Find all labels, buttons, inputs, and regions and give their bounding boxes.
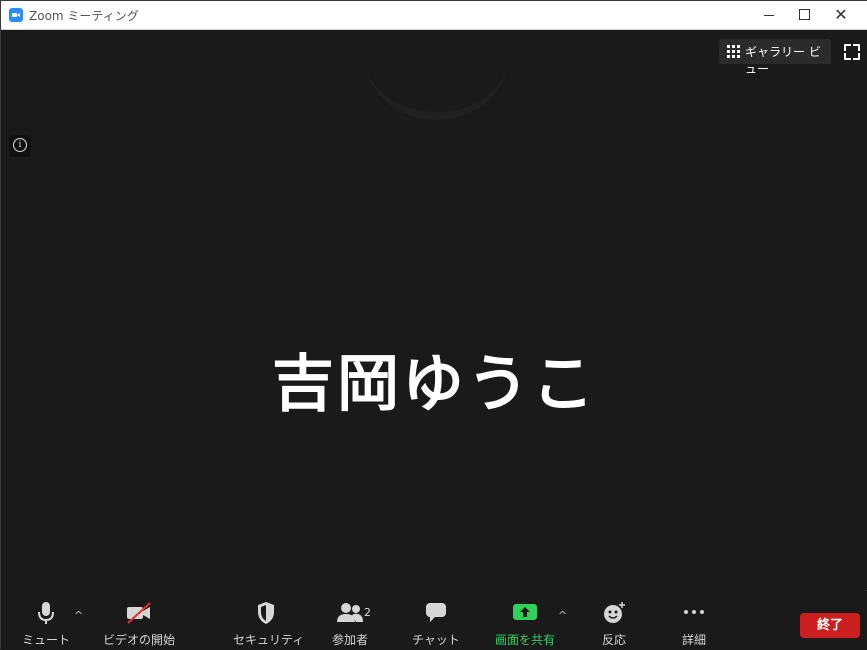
reactions-label: 反応 — [601, 633, 626, 647]
reaction-emoji-icon — [604, 602, 625, 623]
maximize-button[interactable] — [786, 1, 822, 29]
share-screen-label: 画面を共有 — [494, 633, 555, 647]
participants-button[interactable]: 2 参加者 — [323, 591, 377, 650]
start-video-label: ビデオの開始 — [102, 633, 175, 647]
mute-button[interactable]: ミュート — [19, 591, 73, 650]
share-options-caret[interactable]: ^ — [558, 609, 567, 622]
meeting-toolbar: ミュート ^ ビデオの開始 セキュリティ 2 参加者 チャット 画面を共有 ^ … — [1, 591, 867, 650]
more-button[interactable]: 詳細 — [669, 591, 719, 650]
security-button[interactable]: セキュリティ — [233, 591, 305, 650]
mute-label: ミュート — [21, 633, 70, 647]
reactions-button[interactable]: 反応 — [589, 591, 639, 650]
shield-icon — [258, 602, 274, 624]
zoom-window: Zoom ミーティング ✕ ギャラリー ビュー 吉岡ゆうこ ミュート — [0, 0, 867, 650]
security-label: セキュリティ — [233, 633, 305, 647]
chat-button[interactable]: チャット — [409, 591, 463, 650]
more-dots-icon — [684, 610, 704, 614]
gallery-view-label: ギャラリー ビュー — [745, 45, 821, 76]
share-screen-button[interactable]: 画面を共有 — [489, 591, 561, 650]
participants-icon — [337, 603, 363, 622]
chat-icon — [426, 603, 446, 622]
participants-count: 2 — [364, 606, 371, 619]
participants-label: 参加者 — [331, 633, 368, 647]
video-off-icon — [127, 602, 151, 624]
grid-icon — [727, 45, 740, 58]
meeting-info-icon[interactable] — [9, 135, 31, 157]
gallery-view-button[interactable]: ギャラリー ビュー — [719, 39, 831, 76]
zoom-app-icon — [9, 8, 23, 22]
audio-options-caret[interactable]: ^ — [74, 609, 83, 622]
end-meeting-button[interactable]: 終了 — [800, 613, 860, 638]
more-label: 詳細 — [681, 633, 706, 647]
minimize-button[interactable] — [751, 1, 787, 29]
video-stage — [2, 30, 867, 590]
share-screen-icon — [513, 604, 537, 620]
window-title: Zoom ミーティング — [29, 9, 139, 23]
fullscreen-icon[interactable] — [844, 44, 860, 60]
chat-label: チャット — [412, 633, 460, 647]
speaker-ring-decoration — [364, 0, 509, 120]
start-video-button[interactable]: ビデオの開始 — [99, 591, 179, 650]
participant-name: 吉岡ゆうこ — [271, 347, 597, 420]
close-button[interactable]: ✕ — [823, 1, 859, 29]
microphone-icon — [38, 602, 54, 624]
